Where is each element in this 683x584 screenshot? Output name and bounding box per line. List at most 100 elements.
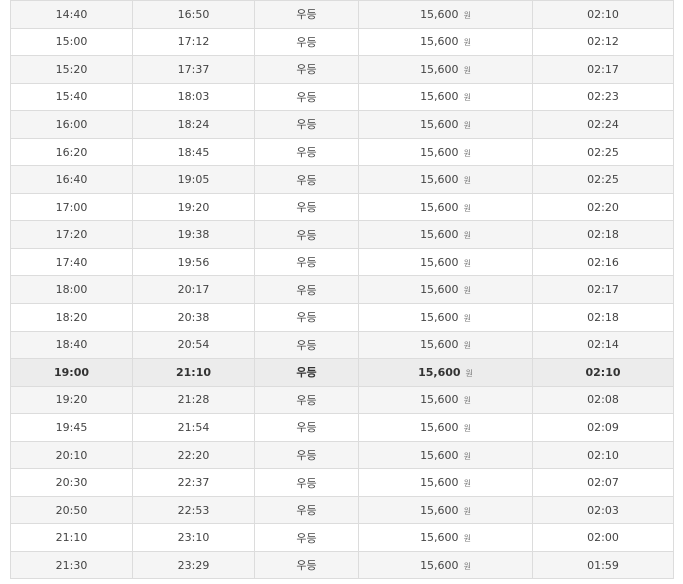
schedule-row[interactable]: 17:20 19:38 우등 15,600 원 02:18 bbox=[10, 220, 674, 249]
bus-grade-cell: 우등 bbox=[254, 440, 359, 470]
departure-time-cell: 15:20 bbox=[10, 55, 133, 84]
departure-time-cell: 18:00 bbox=[10, 275, 133, 305]
fare-cell: 15,600 원 bbox=[358, 468, 533, 497]
arrival-time-cell: 18:03 bbox=[132, 82, 255, 112]
fare-amount: 15,600 bbox=[420, 35, 459, 49]
arrival-time-cell: 21:10 bbox=[132, 358, 255, 387]
fare-unit: 원 bbox=[463, 479, 471, 489]
fare-unit: 원 bbox=[463, 258, 471, 268]
schedule-row[interactable]: 18:20 20:38 우등 15,600 원 02:18 bbox=[10, 303, 674, 332]
bus-grade-cell: 우등 bbox=[254, 358, 359, 387]
fare-amount: 15,600 bbox=[420, 393, 459, 407]
duration-cell: 02:25 bbox=[532, 165, 674, 194]
fare-amount: 15,600 bbox=[420, 255, 459, 269]
fare-cell: 15,600 원 bbox=[358, 550, 533, 580]
arrival-time-cell: 20:38 bbox=[132, 303, 255, 332]
fare-amount: 15,600 bbox=[420, 420, 459, 434]
departure-time-cell: 20:30 bbox=[10, 468, 133, 497]
arrival-time-cell: 17:37 bbox=[132, 55, 255, 84]
departure-time-cell: 21:10 bbox=[10, 523, 133, 552]
duration-cell: 02:10 bbox=[532, 358, 674, 387]
departure-time-cell: 19:45 bbox=[10, 413, 133, 442]
duration-cell: 02:00 bbox=[532, 523, 674, 552]
fare-amount: 15,600 bbox=[420, 173, 459, 187]
schedule-row[interactable]: 20:30 22:37 우등 15,600 원 02:07 bbox=[10, 468, 674, 497]
schedule-row[interactable]: 19:20 21:28 우등 15,600 원 02:08 bbox=[10, 385, 674, 415]
schedule-row[interactable]: 18:40 20:54 우등 15,600 원 02:14 bbox=[10, 330, 674, 360]
fare-unit: 원 bbox=[463, 65, 471, 75]
fare-amount: 15,600 bbox=[420, 448, 459, 462]
fare-amount: 15,600 bbox=[420, 338, 459, 352]
fare-cell: 15,600 원 bbox=[358, 137, 533, 167]
fare-unit: 원 bbox=[463, 286, 471, 296]
departure-time-cell: 20:50 bbox=[10, 495, 133, 525]
schedule-row[interactable]: 18:00 20:17 우등 15,600 원 02:17 bbox=[10, 275, 674, 305]
schedule-row[interactable]: 19:45 21:54 우등 15,600 원 02:09 bbox=[10, 413, 674, 442]
arrival-time-cell: 21:28 bbox=[132, 385, 255, 415]
schedule-row[interactable]: 17:00 19:20 우등 15,600 원 02:20 bbox=[10, 192, 674, 222]
duration-cell: 02:20 bbox=[532, 192, 674, 222]
duration-cell: 02:14 bbox=[532, 330, 674, 360]
schedule-row[interactable]: 16:00 18:24 우등 15,600 원 02:24 bbox=[10, 110, 674, 139]
fare-cell: 15,600 원 bbox=[358, 192, 533, 222]
schedule-row[interactable]: 15:20 17:37 우등 15,600 원 02:17 bbox=[10, 55, 674, 84]
duration-cell: 02:10 bbox=[532, 440, 674, 470]
fare-cell: 15,600 원 bbox=[358, 303, 533, 332]
schedule-row[interactable]: 21:30 23:29 우등 15,600 원 01:59 bbox=[10, 550, 674, 580]
departure-time-cell: 17:20 bbox=[10, 220, 133, 249]
fare-unit: 원 bbox=[463, 93, 471, 103]
bus-grade-cell: 우등 bbox=[254, 275, 359, 305]
duration-cell: 02:03 bbox=[532, 495, 674, 525]
schedule-row[interactable]: 17:40 19:56 우등 15,600 원 02:16 bbox=[10, 247, 674, 277]
fare-cell: 15,600 원 bbox=[358, 0, 533, 29]
bus-grade-cell: 우등 bbox=[254, 82, 359, 112]
duration-cell: 02:12 bbox=[532, 27, 674, 57]
fare-amount: 15,600 bbox=[420, 503, 459, 517]
fare-unit: 원 bbox=[463, 313, 471, 323]
schedule-row[interactable]: 16:20 18:45 우등 15,600 원 02:25 bbox=[10, 137, 674, 167]
fare-amount: 15,600 bbox=[420, 558, 459, 572]
fare-cell: 15,600 원 bbox=[358, 55, 533, 84]
arrival-time-cell: 22:37 bbox=[132, 468, 255, 497]
schedule-row[interactable]: 15:00 17:12 우등 15,600 원 02:12 bbox=[10, 27, 674, 57]
schedule-row[interactable]: 19:00 21:10 우등 15,600 원 02:10 bbox=[10, 358, 674, 387]
fare-unit: 원 bbox=[463, 231, 471, 241]
fare-unit: 원 bbox=[463, 396, 471, 406]
bus-grade-cell: 우등 bbox=[254, 247, 359, 277]
fare-amount: 15,600 bbox=[420, 200, 459, 214]
schedule-row[interactable]: 15:40 18:03 우등 15,600 원 02:23 bbox=[10, 82, 674, 112]
arrival-time-cell: 19:56 bbox=[132, 247, 255, 277]
fare-unit: 원 bbox=[463, 506, 471, 516]
fare-amount: 15,600 bbox=[420, 476, 459, 490]
bus-grade-cell: 우등 bbox=[254, 330, 359, 360]
fare-amount: 15,600 bbox=[420, 90, 459, 104]
schedule-row[interactable]: 21:10 23:10 우등 15,600 원 02:00 bbox=[10, 523, 674, 552]
schedule-row[interactable]: 20:50 22:53 우등 15,600 원 02:03 bbox=[10, 495, 674, 525]
departure-time-cell: 19:20 bbox=[10, 385, 133, 415]
fare-cell: 15,600 원 bbox=[358, 220, 533, 249]
fare-amount: 15,600 bbox=[420, 228, 459, 242]
schedule-row[interactable]: 16:40 19:05 우등 15,600 원 02:25 bbox=[10, 165, 674, 194]
departure-time-cell: 16:40 bbox=[10, 165, 133, 194]
fare-cell: 15,600 원 bbox=[358, 27, 533, 57]
bus-grade-cell: 우등 bbox=[254, 303, 359, 332]
fare-cell: 15,600 원 bbox=[358, 82, 533, 112]
bus-grade-cell: 우등 bbox=[254, 165, 359, 194]
arrival-time-cell: 21:54 bbox=[132, 413, 255, 442]
arrival-time-cell: 19:05 bbox=[132, 165, 255, 194]
fare-cell: 15,600 원 bbox=[358, 495, 533, 525]
arrival-time-cell: 22:20 bbox=[132, 440, 255, 470]
fare-cell: 15,600 원 bbox=[358, 165, 533, 194]
arrival-time-cell: 18:45 bbox=[132, 137, 255, 167]
duration-cell: 02:16 bbox=[532, 247, 674, 277]
bus-grade-cell: 우등 bbox=[254, 385, 359, 415]
bus-grade-cell: 우등 bbox=[254, 468, 359, 497]
bus-grade-cell: 우등 bbox=[254, 137, 359, 167]
fare-unit: 원 bbox=[463, 534, 471, 544]
departure-time-cell: 15:00 bbox=[10, 27, 133, 57]
schedule-row[interactable]: 20:10 22:20 우등 15,600 원 02:10 bbox=[10, 440, 674, 470]
fare-unit: 원 bbox=[463, 120, 471, 130]
bus-grade-cell: 우등 bbox=[254, 0, 359, 29]
arrival-time-cell: 16:50 bbox=[132, 0, 255, 29]
schedule-row[interactable]: 14:40 16:50 우등 15,600 원 02:10 bbox=[10, 0, 674, 29]
